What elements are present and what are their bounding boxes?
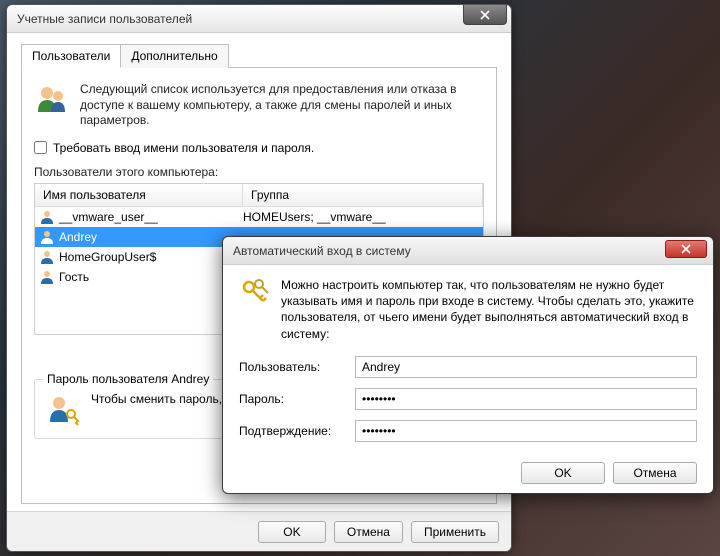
user-head-icon — [39, 229, 55, 245]
user-name: __vmware_user__ — [59, 210, 158, 224]
modal-titlebar[interactable]: Автоматический вход в систему — [223, 237, 713, 265]
require-login-label: Требовать ввод имени пользователя и паро… — [53, 141, 314, 155]
tab-advanced[interactable]: Дополнительно — [120, 44, 228, 68]
tab-users[interactable]: Пользователи — [21, 44, 121, 68]
main-apply-button[interactable]: Применить — [411, 521, 499, 543]
modal-footer: OK Отмена — [223, 462, 713, 496]
main-window-title: Учетные записи пользователей — [17, 12, 192, 26]
user-head-icon — [39, 209, 55, 225]
user-name: Гость — [59, 270, 89, 284]
modal-ok-button[interactable]: OK — [521, 462, 605, 484]
main-close-button[interactable] — [463, 5, 507, 25]
auto-logon-dialog: Автоматический вход в систему Можно наст… — [222, 236, 714, 494]
confirm-field-input[interactable] — [355, 420, 697, 442]
tab-strip: Пользователи Дополнительно — [21, 43, 497, 68]
column-header-name[interactable]: Имя пользователя — [35, 184, 243, 206]
user-name: HomeGroupUser$ — [59, 250, 156, 264]
password-field-row: Пароль: — [239, 388, 697, 410]
users-list-label: Пользователи этого компьютера: — [34, 165, 484, 179]
user-head-icon — [39, 249, 55, 265]
confirm-field-label: Подтверждение: — [239, 424, 355, 438]
modal-body: Можно настроить компьютер так, что польз… — [223, 265, 713, 462]
close-icon — [681, 244, 691, 254]
close-icon — [480, 10, 490, 20]
modal-close-button[interactable] — [665, 240, 707, 258]
require-login-checkbox[interactable] — [34, 141, 47, 154]
intro-text: Следующий список используется для предос… — [80, 82, 484, 129]
password-groupbox-title: Пароль пользователя Andrey — [43, 372, 213, 386]
main-cancel-button[interactable]: Отмена — [334, 521, 403, 543]
modal-intro: Можно настроить компьютер так, что польз… — [239, 277, 697, 342]
password-field-label: Пароль: — [239, 392, 355, 406]
password-field-input[interactable] — [355, 388, 697, 410]
modal-cancel-button[interactable]: Отмена — [613, 462, 697, 484]
user-key-icon — [45, 392, 81, 428]
main-ok-button[interactable]: OK — [258, 521, 326, 543]
list-item[interactable]: __vmware_user__ HOMEUsers; __vmware__ — [35, 207, 483, 227]
user-field-row: Пользователь: — [239, 356, 697, 378]
intro-block: Следующий список используется для предос… — [34, 82, 484, 129]
confirm-field-row: Подтверждение: — [239, 420, 697, 442]
user-field-label: Пользователь: — [239, 360, 355, 374]
column-header-group[interactable]: Группа — [243, 184, 483, 206]
user-head-icon — [39, 269, 55, 285]
modal-title: Автоматический вход в систему — [233, 244, 411, 258]
user-name: Andrey — [59, 230, 97, 244]
user-group: HOMEUsers; __vmware__ — [243, 210, 479, 224]
list-header: Имя пользователя Группа — [35, 184, 483, 207]
require-login-row: Требовать ввод имени пользователя и паро… — [34, 141, 484, 155]
main-titlebar[interactable]: Учетные записи пользователей — [7, 5, 511, 33]
users-icon — [34, 82, 70, 118]
main-footer: OK Отмена Применить — [7, 511, 511, 551]
modal-intro-text: Можно настроить компьютер так, что польз… — [281, 277, 697, 342]
user-field-input[interactable] — [355, 356, 697, 378]
keys-icon — [239, 277, 271, 309]
